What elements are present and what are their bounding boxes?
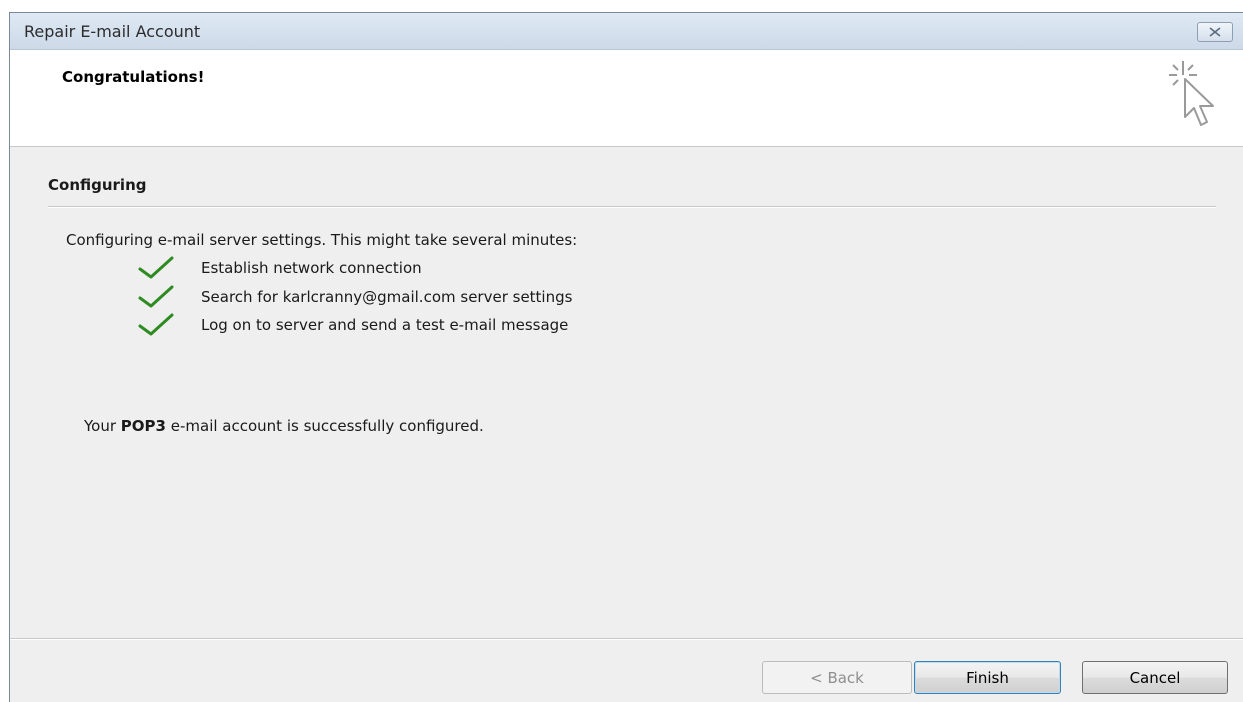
close-button[interactable] (1197, 22, 1233, 42)
screen: Repair E-mail Account Congratulations! C… (0, 0, 1243, 702)
step-item: Search for karlcranny@gmail.com server s… (137, 283, 572, 311)
finish-button[interactable]: Finish (914, 661, 1061, 694)
window-title: Repair E-mail Account (24, 22, 201, 41)
step-item: Log on to server and send a test e-mail … (137, 311, 568, 339)
step-label: Establish network connection (201, 259, 422, 277)
check-icon (138, 256, 174, 279)
step-label: Log on to server and send a test e-mail … (201, 316, 569, 334)
cancel-button[interactable]: Cancel (1082, 661, 1228, 694)
header-title: Congratulations! (62, 68, 205, 86)
footer-divider (10, 638, 1243, 640)
repair-email-account-dialog: Repair E-mail Account Congratulations! C… (9, 12, 1243, 702)
configuring-intro-text: Configuring e-mail server settings. This… (66, 231, 578, 249)
step-label: Search for karlcranny@gmail.com server s… (201, 288, 573, 306)
section-title: Configuring (48, 176, 147, 194)
account-type: POP3 (120, 417, 166, 435)
result-suffix: e-mail account is successfully configure… (165, 417, 484, 435)
desktop-background (0, 0, 1243, 12)
result-message: Your POP3 e-mail account is successfully… (84, 417, 484, 435)
close-icon (1209, 27, 1221, 37)
section-divider (48, 206, 1216, 208)
step-item: Establish network connection (137, 254, 422, 282)
check-icon (138, 313, 174, 336)
back-button[interactable]: < Back (762, 661, 912, 694)
header-panel: Congratulations! (10, 50, 1243, 147)
sparkle-cursor-icon (1169, 61, 1214, 126)
check-icon (138, 285, 174, 308)
title-bar[interactable]: Repair E-mail Account (10, 13, 1243, 50)
result-prefix: Your (84, 417, 121, 435)
